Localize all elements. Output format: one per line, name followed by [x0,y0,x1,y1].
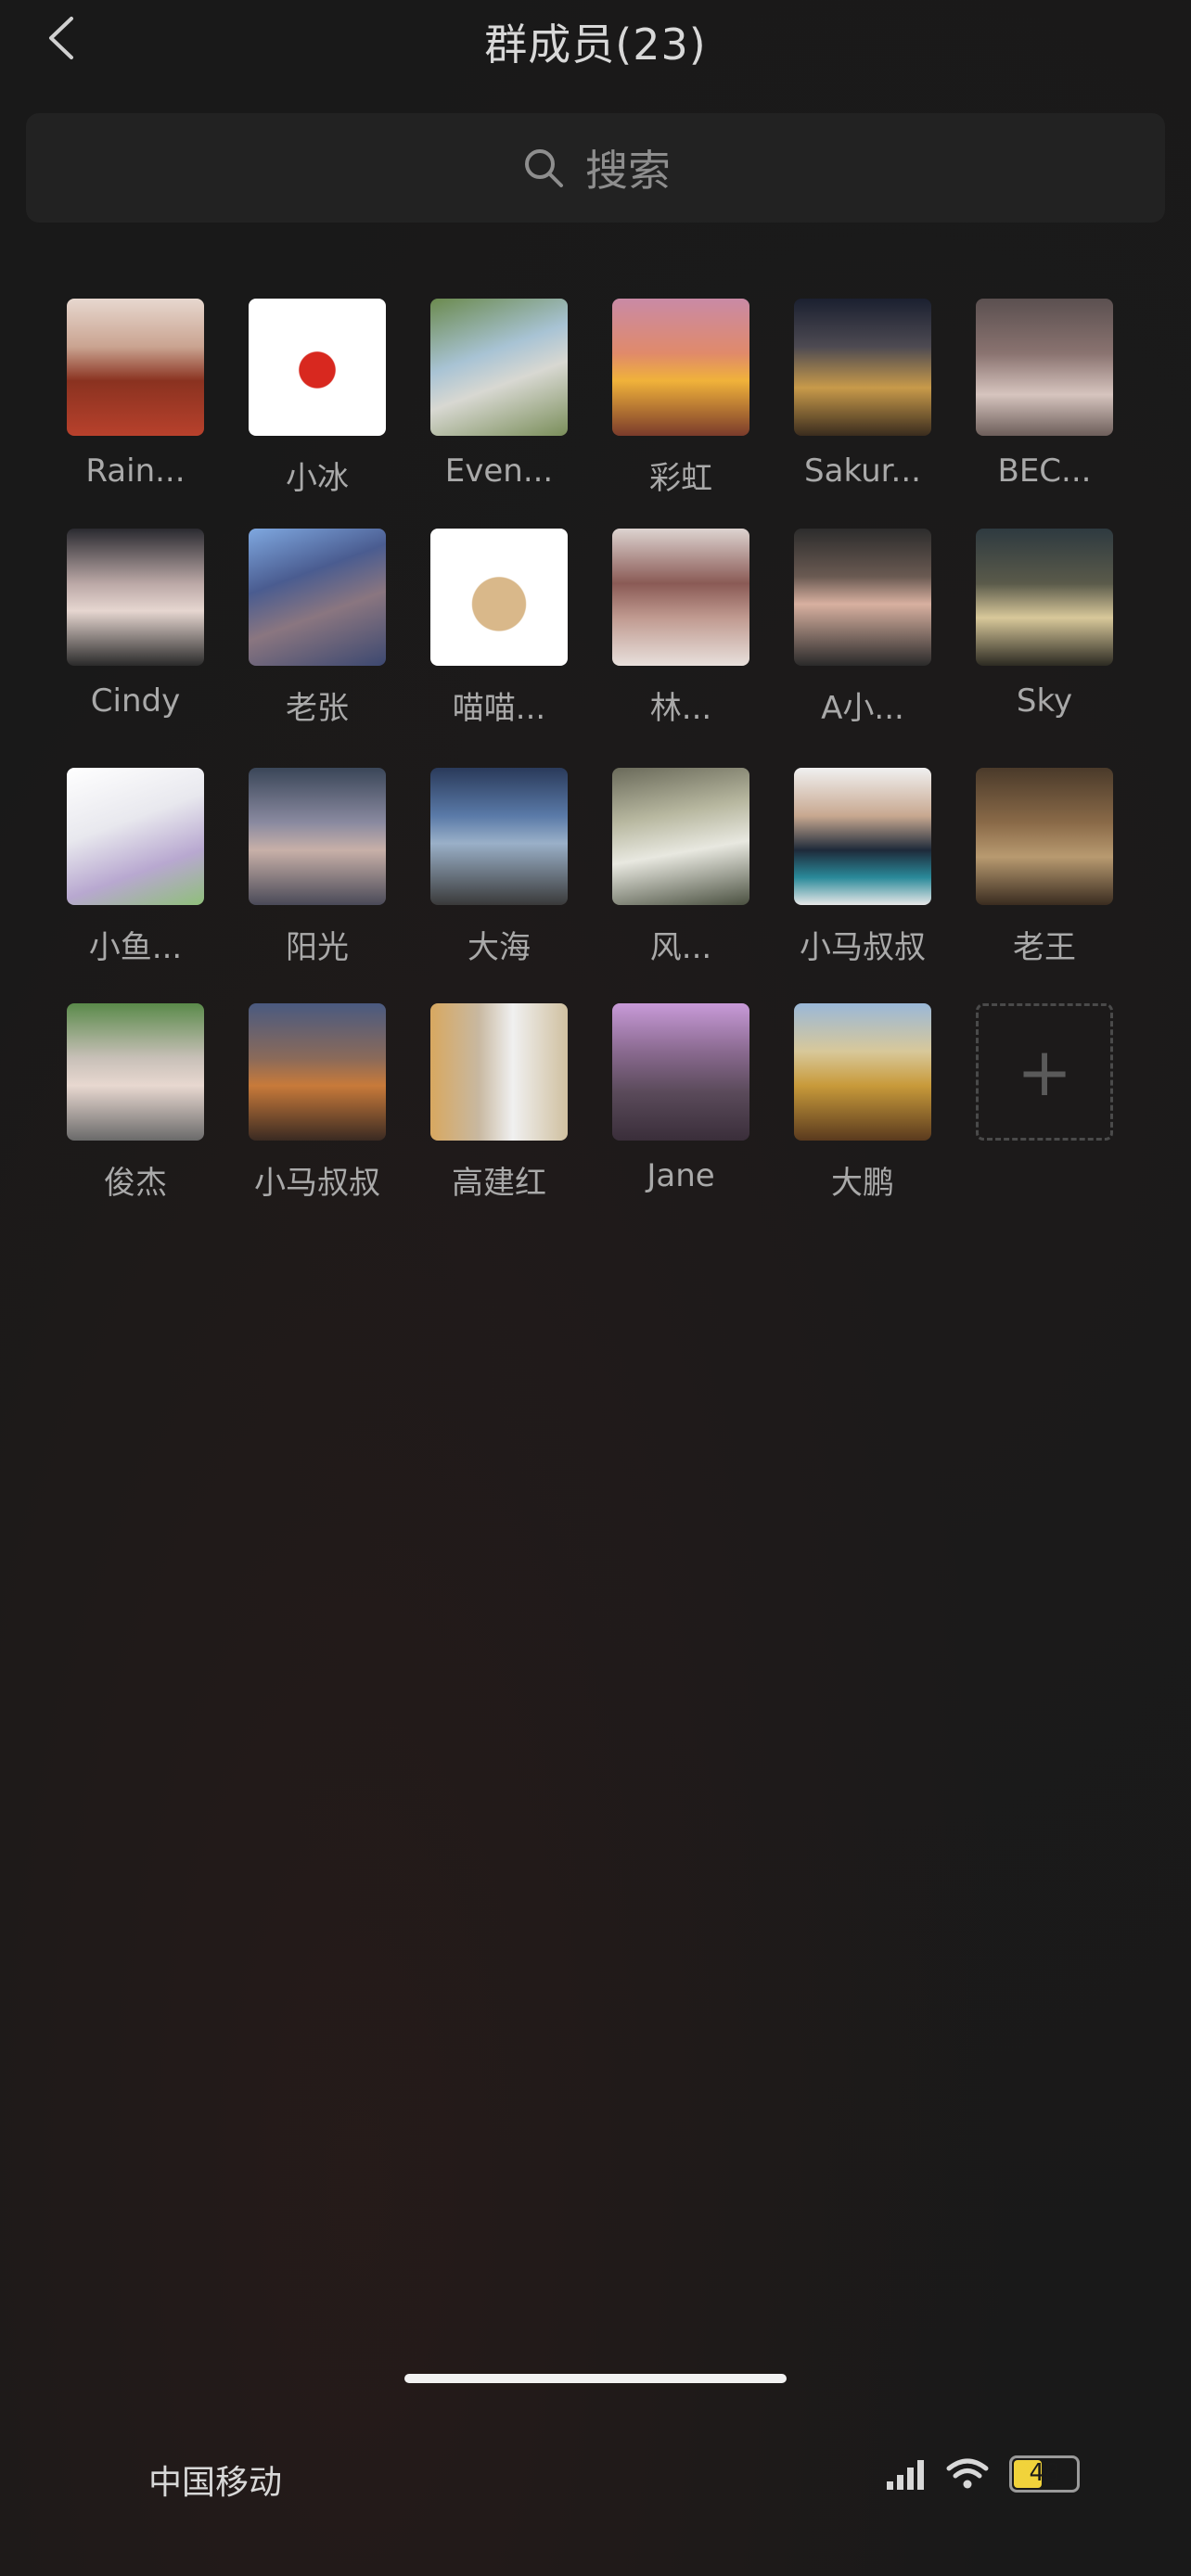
member-item[interactable]: 风... [590,747,772,970]
avatar [430,768,568,905]
member-name: 大鹏 [831,1165,894,1202]
avatar [249,1003,386,1141]
avatar [976,299,1113,436]
avatar [612,299,749,436]
avatar [430,529,568,666]
member-name: Even... [444,453,554,490]
member-name: Jane [647,1157,715,1194]
avatar [430,299,568,436]
avatar [67,299,204,436]
member-item[interactable]: 喵喵... [408,508,590,731]
avatar [612,529,749,666]
avatar [976,768,1113,905]
avatar [67,529,204,666]
avatar [67,768,204,905]
carrier-label: 中国移动 [148,2464,283,2502]
member-item[interactable]: 老张 [226,508,408,731]
member-name: 老王 [1013,929,1076,966]
member-item[interactable]: 小马叔叔 [772,747,954,970]
avatar [430,1003,568,1141]
battery-icon: 48 [1009,2455,1080,2493]
member-name: 彩虹 [649,460,712,497]
search-placeholder: 搜索 [585,146,671,196]
member-name: 小马叔叔 [254,1165,380,1202]
member-item[interactable]: Rain... [45,278,226,501]
member-item[interactable]: Sakur... [772,278,954,501]
member-name: 林... [649,690,712,727]
member-name: 喵喵... [452,690,546,727]
avatar [249,768,386,905]
member-name: Rain... [85,453,186,490]
member-name: 风... [649,929,712,966]
add-member-button[interactable]: + [954,983,1135,1205]
signal-icon [887,2460,924,2490]
member-item[interactable]: 大鹏 [772,983,954,1205]
member-item[interactable]: Even... [408,278,590,501]
member-name: 阳光 [286,929,349,966]
member-name: 俊杰 [104,1165,167,1202]
wifi-icon [946,2458,989,2489]
home-indicator[interactable] [404,2374,787,2383]
member-item[interactable]: 大海 [408,747,590,970]
status-icons: 48 [885,2455,1080,2493]
add-member-tile: + [976,1003,1113,1141]
member-name: Cindy [90,682,181,720]
member-name: A小... [821,690,904,727]
avatar [976,529,1113,666]
battery-percent: 48 [1029,2459,1060,2487]
member-name: Sky [1016,682,1073,720]
search-input[interactable]: 搜索 [26,113,1165,223]
member-name: BEC... [997,453,1092,490]
member-name: 小马叔叔 [800,929,926,966]
avatar [67,1003,204,1141]
avatar [794,529,931,666]
member-name: 小鱼... [88,929,183,966]
plus-icon: + [1016,1033,1073,1111]
member-item[interactable]: 老王 [954,747,1135,970]
member-item[interactable]: Sky [954,508,1135,731]
member-item[interactable]: 高建红 [408,983,590,1205]
page-title: 群成员(23) [484,19,707,70]
avatar [794,1003,931,1141]
member-item[interactable]: Jane [590,983,772,1205]
member-item[interactable]: A小... [772,508,954,731]
avatar [612,768,749,905]
avatar [794,768,931,905]
member-item[interactable]: 小冰 [226,278,408,501]
member-name: 小冰 [286,460,349,497]
member-item[interactable]: 小鱼... [45,747,226,970]
search-icon [520,145,567,191]
member-item[interactable]: 彩虹 [590,278,772,501]
top-nav-bar: 群成员(23) [0,0,1191,89]
avatar [249,529,386,666]
member-item[interactable]: 阳光 [226,747,408,970]
member-item[interactable]: 小马叔叔 [226,983,408,1205]
member-name: 老张 [286,690,349,727]
avatar [249,299,386,436]
avatar [612,1003,749,1141]
member-item[interactable]: BEC... [954,278,1135,501]
member-name: 大海 [467,929,531,966]
member-name: Sakur... [804,453,921,490]
member-name: 高建红 [452,1165,546,1202]
member-item[interactable]: Cindy [45,508,226,731]
member-item[interactable]: 林... [590,508,772,731]
member-item[interactable]: 俊杰 [45,983,226,1205]
avatar [794,299,931,436]
